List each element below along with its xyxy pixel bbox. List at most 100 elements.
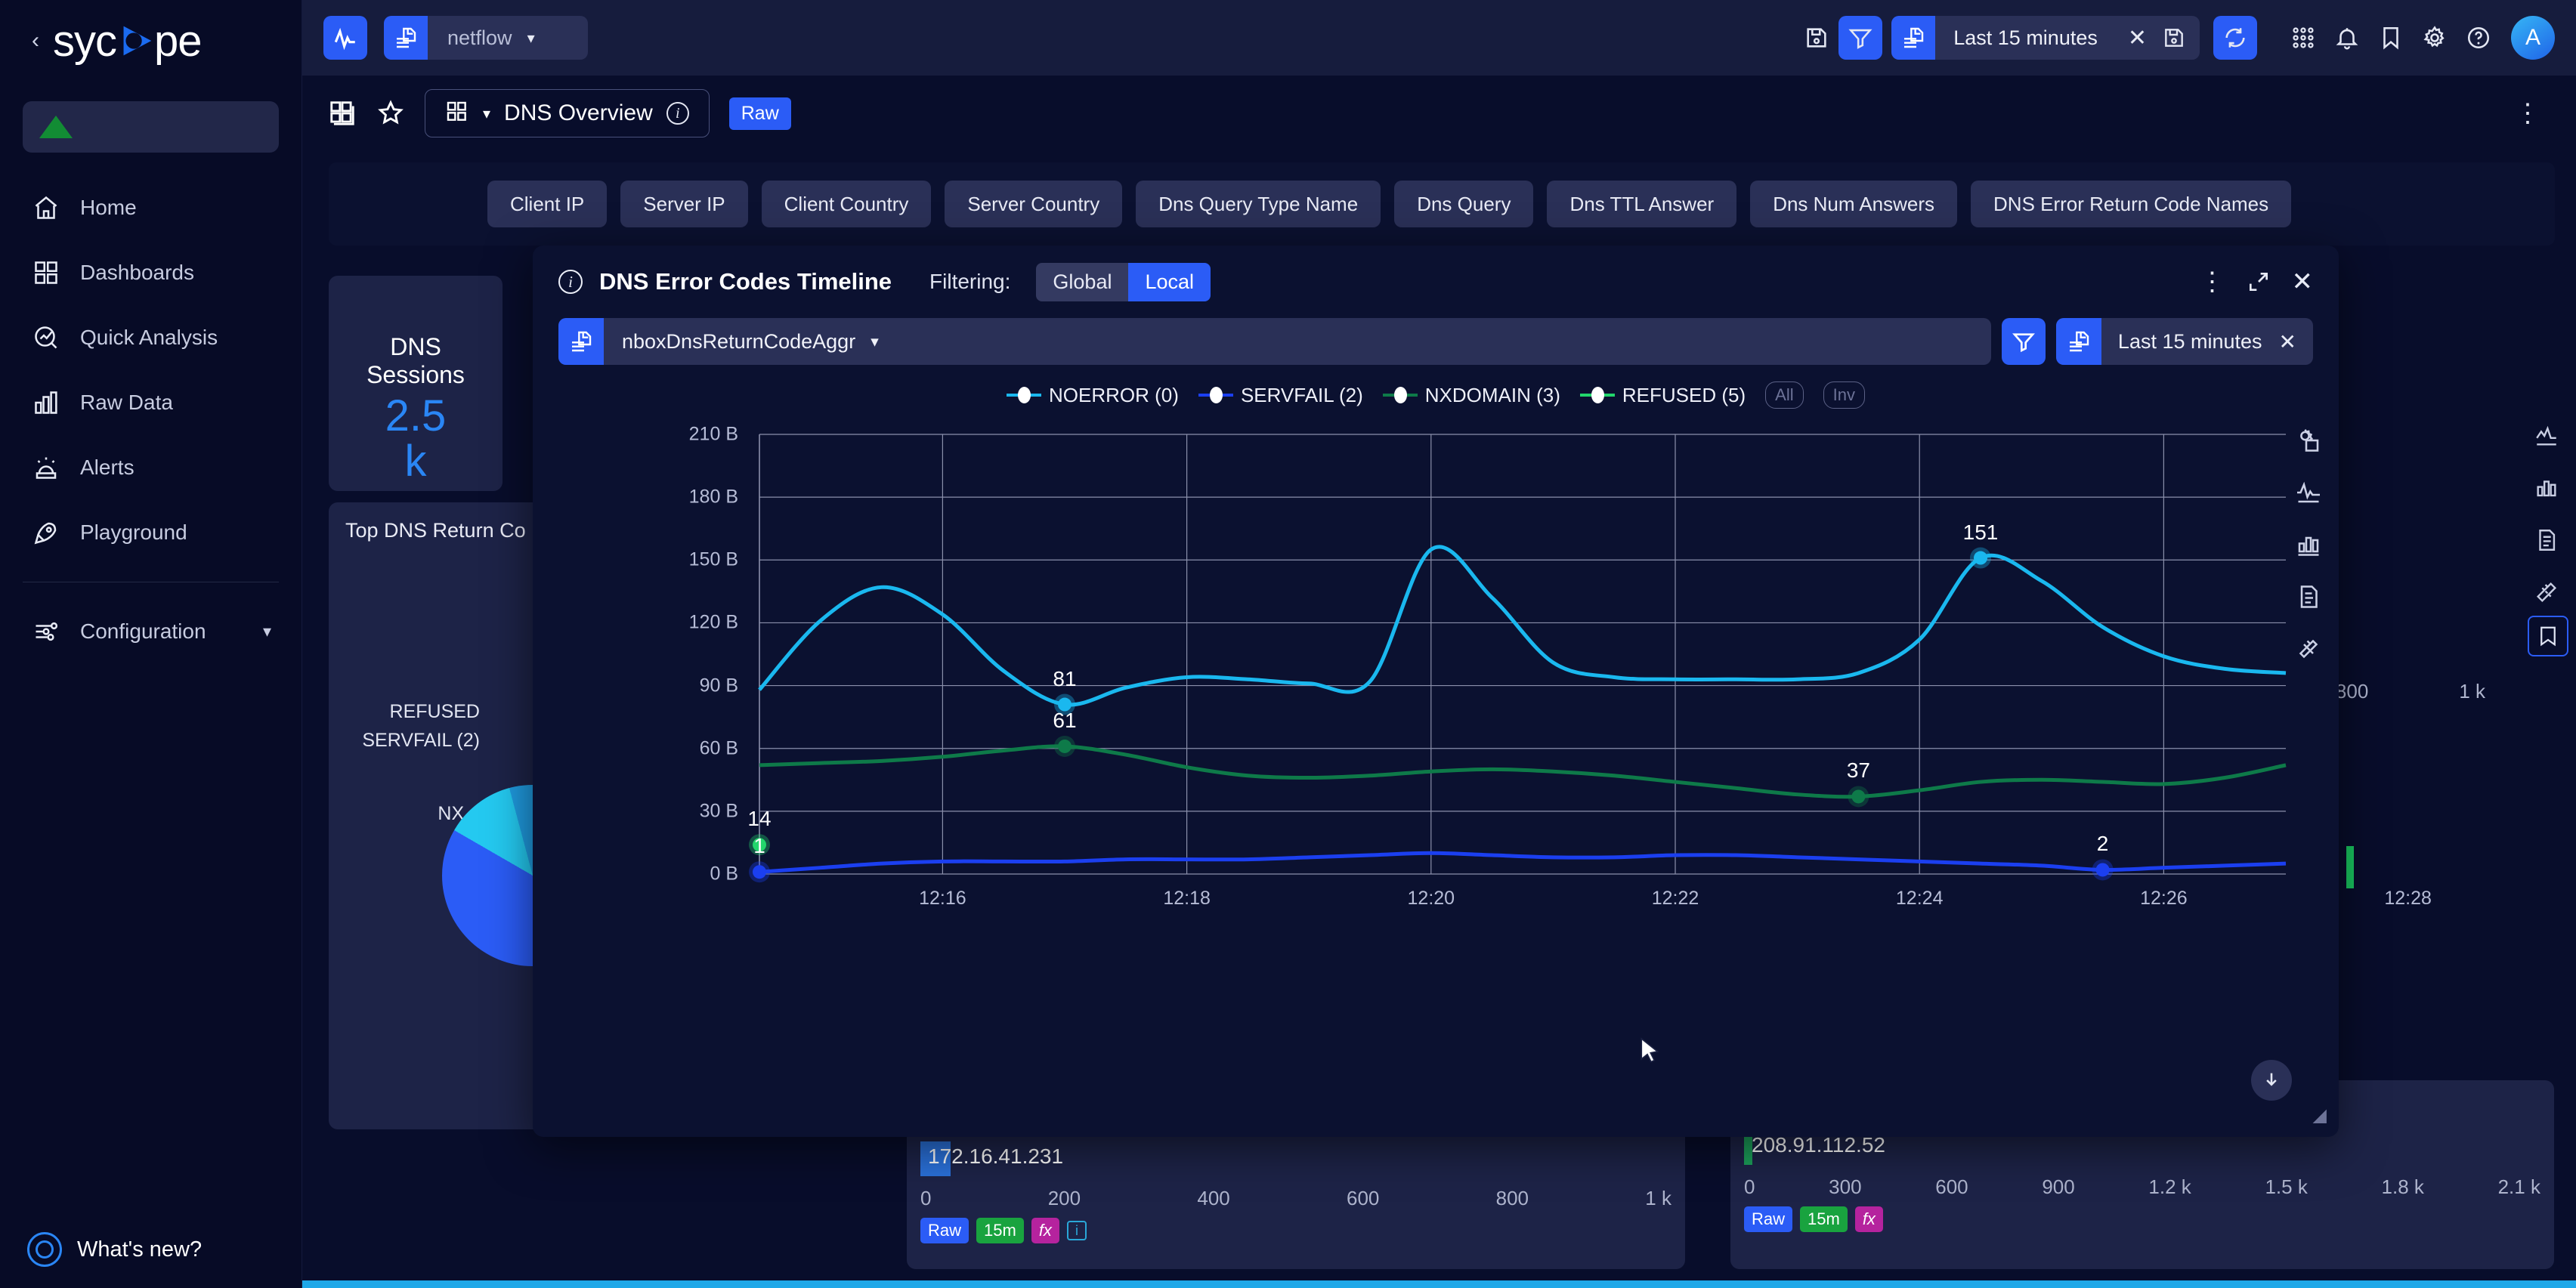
floppy-icon[interactable]	[2159, 26, 2200, 50]
line-chart-icon[interactable]	[2295, 479, 2322, 510]
axis-tick: 1.8 k	[2381, 1175, 2424, 1198]
legend-item-servfail[interactable]: SERVFAIL (2)	[1198, 384, 1363, 407]
sidebar-status-item[interactable]	[23, 101, 279, 153]
legend-marker	[1007, 387, 1042, 403]
formula-badge[interactable]: fx	[1854, 1206, 1883, 1232]
filter-chip[interactable]: Dns Query	[1394, 181, 1534, 227]
raw-badge[interactable]: Raw	[728, 97, 791, 130]
pulse-icon[interactable]	[323, 16, 367, 60]
widget-dns-sessions[interactable]: DNS Sessions 2.5 k	[329, 276, 503, 491]
chevron-down-icon[interactable]: ▾	[483, 104, 490, 123]
sidebar-item-label: Configuration	[80, 619, 206, 643]
modal-time-range[interactable]: Last 15 minutes ✕	[2055, 318, 2313, 365]
refresh-button[interactable]	[2213, 16, 2257, 60]
filter-chip[interactable]: Client IP	[487, 181, 608, 227]
axis-tick: 2.1 k	[2497, 1175, 2540, 1198]
close-icon[interactable]: ✕	[2292, 267, 2314, 297]
filter-chip[interactable]: Dns Query Type Name	[1136, 181, 1381, 227]
modal-datasource-selector[interactable]: nboxDnsReturnCodeAggr ▾	[558, 318, 1991, 365]
document-icon[interactable]	[2534, 527, 2559, 557]
time-range-selector[interactable]: Last 15 minutes ✕	[1891, 16, 2200, 60]
bar-chart-icon[interactable]	[2534, 475, 2559, 505]
download-button[interactable]	[2251, 1060, 2292, 1101]
legend-item-refused[interactable]: REFUSED (5)	[1579, 384, 1746, 407]
sidebar-item-alerts[interactable]: Alerts	[0, 435, 302, 500]
legend-invert-button[interactable]: Inv	[1823, 381, 1865, 409]
dashboards-stack-icon[interactable]	[328, 99, 357, 128]
filter-chip[interactable]: Dns Num Answers	[1750, 181, 1958, 227]
info-icon[interactable]: i	[666, 102, 689, 125]
document-icon[interactable]	[2295, 583, 2322, 614]
sidebar-item-label: Alerts	[80, 456, 135, 479]
sidebar-item-home[interactable]: Home	[0, 175, 302, 240]
ruler-icon[interactable]	[2534, 579, 2559, 609]
close-icon[interactable]: ✕	[2279, 329, 2313, 354]
filter-chip[interactable]: Dns TTL Answer	[1547, 181, 1737, 227]
bookmark-icon[interactable]	[2369, 16, 2413, 60]
dataset-icon	[558, 318, 604, 365]
brand-logo[interactable]: ‹ syc pe	[0, 0, 302, 82]
widget-select-icon[interactable]	[2528, 616, 2568, 656]
info-icon[interactable]: i	[558, 270, 583, 294]
filter-mode-local[interactable]: Local	[1128, 262, 1211, 301]
axis-tick: 200	[1047, 1187, 1081, 1209]
chevron-down-icon[interactable]: ▾	[855, 332, 879, 351]
star-icon[interactable]	[376, 99, 405, 128]
modal-side-tools	[2295, 427, 2322, 666]
avatar[interactable]: A	[2511, 16, 2555, 60]
datasource-selector[interactable]: netflow ▾	[384, 16, 588, 60]
axis-tick: 900	[2042, 1175, 2075, 1198]
filter-chip[interactable]: Server IP	[620, 181, 748, 227]
filter-chip[interactable]: DNS Error Return Code Names	[1971, 181, 2292, 227]
chevron-down-icon[interactable]: ▾	[263, 622, 271, 641]
legend-item-noerror[interactable]: NOERROR (0)	[1007, 384, 1179, 407]
dashboard-header: ▾ DNS Overview i Raw ⋮	[302, 76, 2576, 151]
interval-badge[interactable]: 15m	[1800, 1206, 1848, 1232]
axis-tick: 1.2 k	[2148, 1175, 2191, 1198]
interval-badge[interactable]: 15m	[976, 1218, 1024, 1243]
question-circle-icon[interactable]	[2457, 16, 2500, 60]
dashboard-title-selector[interactable]: ▾ DNS Overview i	[425, 89, 710, 137]
widget-settings-icon[interactable]	[2295, 427, 2322, 458]
formula-badge[interactable]: fx	[1031, 1218, 1059, 1243]
grid-small-icon	[445, 100, 469, 128]
x-axis-tick: 12:18	[1163, 888, 1211, 909]
apps-grid-icon[interactable]	[2281, 16, 2325, 60]
save-filter-button[interactable]	[1795, 16, 1838, 60]
close-icon[interactable]: ✕	[2116, 25, 2159, 51]
filter-mode-global[interactable]: Global	[1036, 262, 1129, 301]
legend-all-button[interactable]: All	[1765, 381, 1804, 409]
sidebar-item-playground[interactable]: Playground	[0, 500, 302, 565]
y-axis-tick: 60 B	[699, 737, 738, 759]
info-badge-icon[interactable]: i	[1066, 1221, 1087, 1240]
bar-chart-icon[interactable]	[2295, 531, 2322, 562]
line-chart-icon[interactable]	[2534, 423, 2559, 452]
sidebar-item-configuration[interactable]: Configuration ▾	[0, 599, 302, 664]
raw-badge[interactable]: Raw	[920, 1218, 969, 1243]
sidebar-item-quick-analysis[interactable]: Quick Analysis	[0, 305, 302, 370]
x-axis-tick: 12:22	[1651, 888, 1699, 909]
collapse-sidebar-icon[interactable]: ‹	[32, 29, 39, 52]
raw-badge[interactable]: Raw	[1744, 1206, 1793, 1232]
ruler-icon[interactable]	[2295, 635, 2322, 666]
sidebar-item-dashboards[interactable]: Dashboards	[0, 240, 302, 305]
legend-item-nxdomain[interactable]: NXDOMAIN (3)	[1382, 384, 1560, 407]
resize-handle[interactable]: ◢	[2313, 1104, 2327, 1126]
sliders-icon	[32, 617, 60, 646]
expand-icon[interactable]	[2247, 270, 2271, 294]
bar-row: 172.16.41.231	[920, 1141, 1685, 1176]
axis-tick: 0	[920, 1187, 932, 1209]
kebab-menu-icon[interactable]: ⋮	[2515, 98, 2550, 128]
filter-chip[interactable]: Client Country	[761, 181, 932, 227]
sidebar-item-raw-data[interactable]: Raw Data	[0, 370, 302, 435]
whats-new-button[interactable]: What's new?	[27, 1232, 202, 1267]
chevron-down-icon[interactable]: ▾	[527, 29, 552, 48]
bell-icon[interactable]	[2325, 16, 2369, 60]
x-axis-tick: 12:26	[2140, 888, 2188, 909]
timeline-chart[interactable]: 0 B 30 B 60 B 90 B 120 B 150 B 180 B 210 B 12:1…	[533, 421, 2432, 965]
gear-icon[interactable]	[2413, 16, 2457, 60]
filter-button[interactable]	[1838, 16, 1883, 60]
filter-chip[interactable]: Server Country	[945, 181, 1123, 227]
kebab-menu-icon[interactable]: ⋮	[2200, 267, 2225, 297]
modal-filter-button[interactable]	[2001, 318, 2046, 365]
